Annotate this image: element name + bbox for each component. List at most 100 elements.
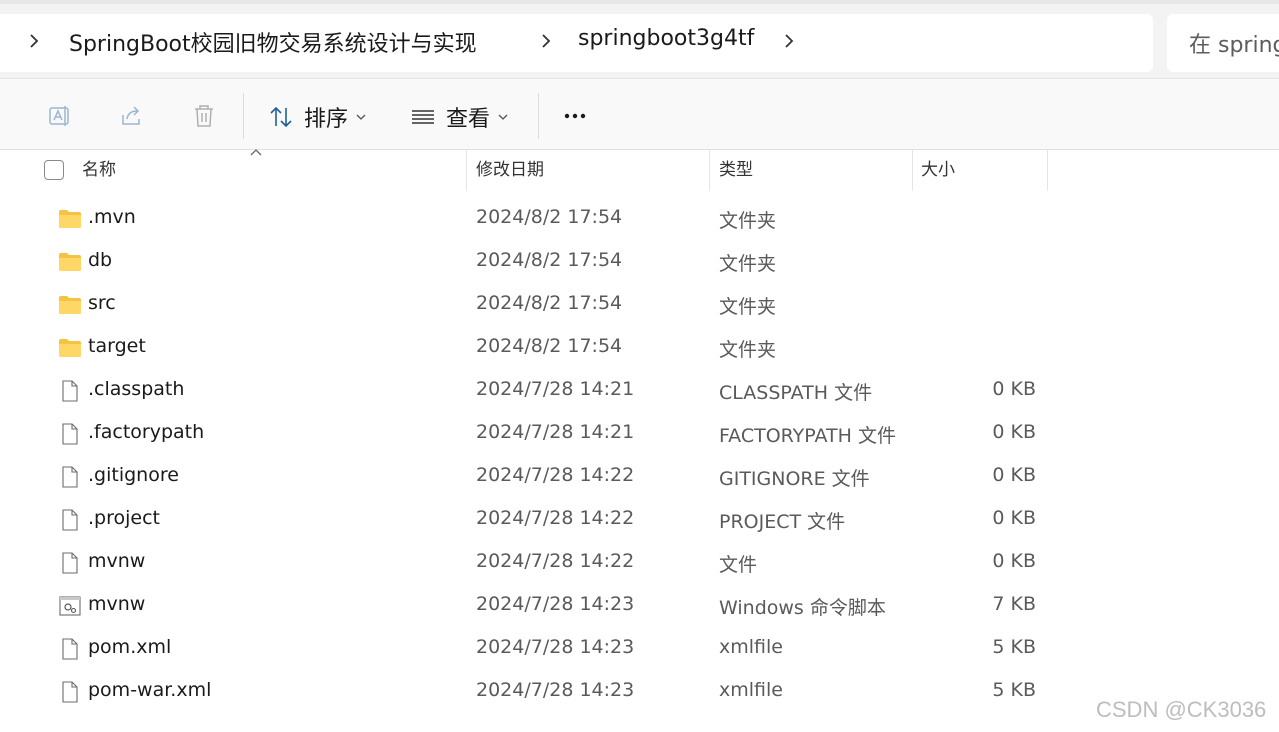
- file-icon: [58, 681, 82, 703]
- toolbar-divider: [538, 93, 539, 139]
- file-type: xmlfile: [719, 679, 783, 701]
- file-name: src: [88, 292, 116, 314]
- file-name: mvnw: [88, 550, 146, 572]
- search-input[interactable]: 在 spring: [1167, 14, 1279, 72]
- file-name: pom.xml: [88, 636, 172, 658]
- chevron-right-icon[interactable]: [781, 33, 797, 49]
- file-icon: [58, 638, 82, 660]
- file-name: .gitignore: [88, 464, 179, 486]
- file-row[interactable]: .factorypath 2024/7/28 14:21 FACTORYPATH 文…: [0, 413, 1279, 456]
- rename-icon[interactable]: [47, 103, 73, 129]
- file-date: 2024/7/28 14:23: [476, 636, 635, 658]
- file-date: 2024/8/2 17:54: [476, 292, 623, 314]
- folder-icon: [58, 337, 82, 359]
- file-size: 0 KB: [992, 421, 1036, 443]
- file-type: xmlfile: [719, 636, 783, 658]
- file-name: .factorypath: [88, 421, 205, 443]
- file-size: 0 KB: [992, 464, 1036, 486]
- sort-button[interactable]: 排序: [268, 99, 366, 135]
- search-placeholder: 在 spring: [1189, 33, 1279, 58]
- folder-icon: [58, 251, 82, 273]
- file-row[interactable]: pom.xml 2024/7/28 14:23 xmlfile 5 KB: [0, 628, 1279, 671]
- file-icon: [58, 552, 82, 574]
- file-date: 2024/7/28 14:22: [476, 550, 635, 572]
- file-size: 0 KB: [992, 378, 1036, 400]
- column-divider[interactable]: [1047, 149, 1048, 191]
- file-type: 文件: [719, 554, 758, 576]
- file-row[interactable]: pom-war.xml 2024/7/28 14:23 xmlfile 5 KB: [0, 671, 1279, 714]
- file-icon: [58, 466, 82, 488]
- title-strip: [0, 0, 1279, 4]
- file-row[interactable]: .project 2024/7/28 14:22 PROJECT 文件 0 KB: [0, 499, 1279, 542]
- file-type: Windows 命令脚本: [719, 597, 886, 619]
- trash-icon[interactable]: [191, 103, 217, 129]
- file-row[interactable]: .classpath 2024/7/28 14:21 CLASSPATH 文件 0 K…: [0, 370, 1279, 413]
- view-button[interactable]: 查看: [410, 99, 508, 135]
- file-name: mvnw: [88, 593, 146, 615]
- file-date: 2024/7/28 14:23: [476, 679, 635, 701]
- column-header-type[interactable]: 类型: [719, 149, 753, 191]
- file-size: 0 KB: [992, 550, 1036, 572]
- chevron-down-icon: [498, 114, 508, 120]
- breadcrumb-item[interactable]: springboot3g4tf: [578, 26, 754, 51]
- file-name: target: [88, 335, 146, 357]
- chevron-right-icon[interactable]: [538, 33, 554, 49]
- watermark: CSDN @CK3036: [1096, 697, 1267, 722]
- folder-icon: [58, 294, 82, 316]
- file-row[interactable]: .mvn 2024/8/2 17:54 文件夹: [0, 198, 1279, 241]
- column-divider[interactable]: [709, 149, 710, 191]
- file-name: pom-war.xml: [88, 679, 212, 701]
- script-file-icon: [58, 595, 82, 617]
- address-bar-region: SpringBoot校园旧物交易系统设计与实现 springboot3g4tf …: [0, 0, 1279, 78]
- file-row[interactable]: mvnw 2024/7/28 14:23 Windows 命令脚本 7 KB: [0, 585, 1279, 628]
- file-row[interactable]: src 2024/8/2 17:54 文件夹: [0, 284, 1279, 327]
- file-type: 文件夹: [719, 296, 777, 318]
- file-size: 7 KB: [992, 593, 1036, 615]
- file-date: 2024/7/28 14:22: [476, 507, 635, 529]
- file-name: .classpath: [88, 378, 185, 400]
- folder-icon: [58, 208, 82, 230]
- toolbar-divider: [243, 93, 244, 139]
- command-bar: 排序 查看: [0, 78, 1279, 150]
- file-icon: [58, 509, 82, 531]
- column-header-size[interactable]: 大小: [921, 149, 955, 191]
- chevron-down-icon: [356, 114, 366, 120]
- column-header-date[interactable]: 修改日期: [476, 149, 544, 191]
- file-size: 5 KB: [992, 679, 1036, 701]
- file-date: 2024/7/28 14:22: [476, 464, 635, 486]
- file-date: 2024/8/2 17:54: [476, 335, 623, 357]
- file-size: 5 KB: [992, 636, 1036, 658]
- breadcrumb-item[interactable]: SpringBoot校园旧物交易系统设计与实现: [69, 26, 477, 58]
- file-name: .mvn: [88, 206, 136, 228]
- file-date: 2024/7/28 14:23: [476, 593, 635, 615]
- more-options-icon[interactable]: [562, 103, 588, 129]
- file-type: 文件夹: [719, 210, 777, 232]
- column-divider[interactable]: [466, 149, 467, 191]
- file-icon: [58, 380, 82, 402]
- file-type: 文件夹: [719, 253, 777, 275]
- file-size: 0 KB: [992, 507, 1036, 529]
- share-icon[interactable]: [119, 103, 145, 129]
- file-row[interactable]: db 2024/8/2 17:54 文件夹: [0, 241, 1279, 284]
- column-header-name[interactable]: 名称: [82, 149, 116, 191]
- file-date: 2024/8/2 17:54: [476, 249, 623, 271]
- address-bar[interactable]: SpringBoot校园旧物交易系统设计与实现 springboot3g4tf: [0, 14, 1153, 72]
- chevron-right-icon[interactable]: [26, 33, 42, 49]
- column-divider[interactable]: [912, 149, 913, 191]
- file-type: 文件夹: [719, 339, 777, 361]
- file-row[interactable]: target 2024/8/2 17:54 文件夹: [0, 327, 1279, 370]
- file-type: CLASSPATH 文件: [719, 382, 873, 404]
- view-label: 查看: [446, 107, 491, 132]
- file-list: .mvn 2024/8/2 17:54 文件夹 db 2024/8/2 17:54 文件夹…: [0, 198, 1279, 714]
- view-icon: [412, 110, 434, 124]
- file-date: 2024/7/28 14:21: [476, 421, 635, 443]
- file-name: db: [88, 249, 113, 271]
- sort-label: 排序: [304, 107, 349, 132]
- file-date: 2024/7/28 14:21: [476, 378, 635, 400]
- column-header: 名称 修改日期 类型 大小: [0, 149, 1279, 191]
- file-name: .project: [88, 507, 160, 529]
- sort-icon: [270, 106, 292, 128]
- file-row[interactable]: .gitignore 2024/7/28 14:22 GITIGNORE 文件 0 K…: [0, 456, 1279, 499]
- file-type: GITIGNORE 文件: [719, 468, 870, 490]
- file-row[interactable]: mvnw 2024/7/28 14:22 文件 0 KB: [0, 542, 1279, 585]
